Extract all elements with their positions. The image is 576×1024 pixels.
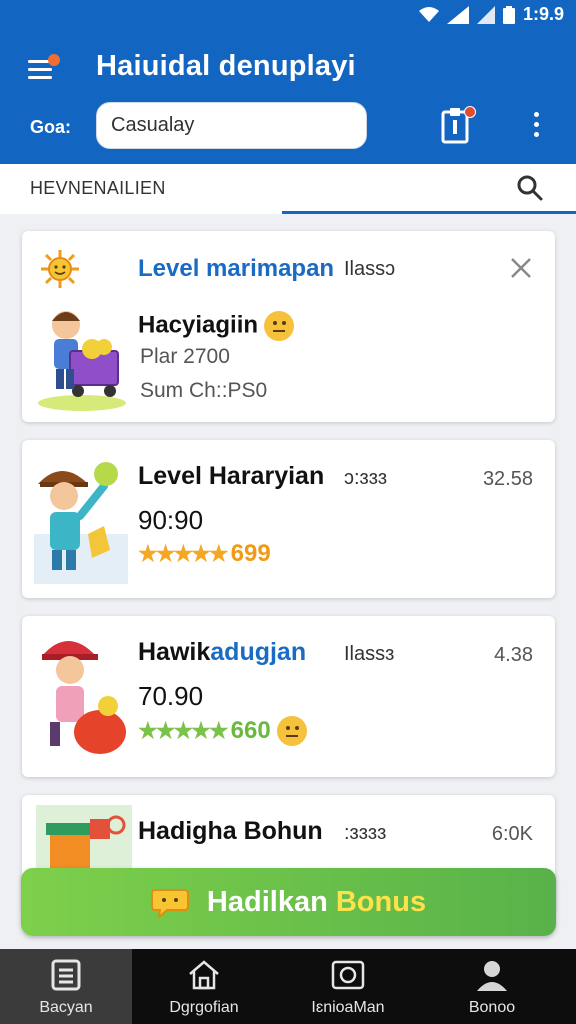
neutral-face-icon bbox=[264, 311, 295, 341]
status-time: 1:9.9 bbox=[522, 4, 564, 24]
profile-icon bbox=[477, 961, 507, 991]
card-detail-2: Sum Ch::PS0 bbox=[140, 379, 268, 402]
card-value: 90:90 bbox=[138, 505, 204, 535]
game-card[interactable]: Level Hararyian ɔ:ɜɜɜ 32.58 90:90 ★★★★★ … bbox=[22, 440, 555, 598]
bonus-button[interactable]: Hadilkan Bonus bbox=[21, 868, 556, 936]
more-icon-dot bbox=[533, 122, 539, 127]
card-meta: :ɜɜɜɜ bbox=[344, 822, 387, 844]
card-value: 70.90 bbox=[138, 681, 204, 711]
status-icons: 1:9.9 bbox=[418, 4, 564, 25]
clipboard-badge bbox=[464, 106, 476, 118]
notification-dot bbox=[48, 54, 60, 66]
list-icon bbox=[51, 959, 81, 991]
card-title: Level Hararyian bbox=[138, 462, 325, 490]
bottom-navigation: Bacyan Dgrgofian IɛnioaMan Bonoo bbox=[0, 949, 576, 1024]
search-button[interactable] bbox=[516, 174, 546, 204]
card-title-part-highlight: adugjan bbox=[210, 638, 307, 666]
card-title-part: Hawik bbox=[138, 638, 211, 666]
card-meta: ɔ:ɜɜɜ bbox=[344, 467, 388, 489]
bonus-label-highlight: Bonus bbox=[335, 885, 427, 918]
signal-icon bbox=[446, 5, 469, 24]
tab-indicator bbox=[282, 211, 576, 214]
card-meta: Ilassɔ bbox=[344, 258, 396, 280]
chat-bubble-icon bbox=[150, 889, 189, 918]
nav-label: Dgrgofian bbox=[169, 999, 239, 1016]
rating-value: 660 bbox=[230, 717, 271, 744]
game-card[interactable]: Hawikadugjan Ilassɜ 4.38 70.90 ★★★★★ 660 bbox=[22, 616, 555, 777]
card-title: Hawikadugjan bbox=[138, 638, 306, 667]
bonus-label: Hadilkan Bonus bbox=[207, 886, 426, 919]
game-card[interactable]: Level marimapan Ilassɔ Hacyiagiin Plar 2… bbox=[22, 231, 555, 422]
clipboard-button[interactable] bbox=[440, 106, 476, 146]
rating-value: 699 bbox=[230, 540, 271, 567]
shopping-cart-character-image bbox=[38, 311, 126, 411]
nav-item-bacyan[interactable]: Bacyan bbox=[0, 949, 132, 1024]
card-detail-1: Plar 2700 bbox=[140, 345, 230, 368]
nav-label: Bonoo bbox=[468, 999, 516, 1016]
sun-icon bbox=[41, 250, 79, 288]
more-icon-dot bbox=[533, 132, 539, 137]
player-name: Hacyiagiin bbox=[138, 311, 295, 341]
nav-item-camera[interactable]: IɛnioaMan bbox=[276, 949, 420, 1024]
status-bar: 1:9.9 bbox=[0, 0, 576, 28]
card-score: 4.38 bbox=[494, 644, 533, 666]
goal-label: Goa: bbox=[30, 117, 72, 137]
tab-label[interactable]: HEVNENAILIEN bbox=[30, 178, 166, 199]
battery-icon bbox=[502, 5, 515, 24]
signal-icon-2 bbox=[476, 5, 495, 24]
card-meta: Ilassɜ bbox=[344, 643, 395, 665]
menu-button[interactable] bbox=[24, 54, 64, 84]
thinking-face-icon bbox=[276, 716, 307, 746]
player-name-text: Hacyiagiin bbox=[138, 311, 259, 339]
close-icon[interactable] bbox=[506, 253, 536, 283]
home-icon bbox=[189, 960, 219, 990]
nav-item-home[interactable]: Dgrgofian bbox=[132, 949, 276, 1024]
cleaning-character-image bbox=[34, 462, 128, 584]
toy-building-image bbox=[36, 805, 132, 875]
star-rating: ★★★★★ 699 bbox=[138, 540, 271, 568]
more-options-button[interactable] bbox=[526, 112, 546, 142]
star-rating: ★★★★★ 660 bbox=[138, 716, 307, 746]
card-score: 32.58 bbox=[482, 468, 533, 490]
gift-bag-character-image bbox=[42, 641, 126, 754]
tab-row: HEVNENAILIEN bbox=[0, 164, 576, 214]
camera-icon bbox=[331, 960, 365, 990]
nav-item-profile[interactable]: Bonoo bbox=[420, 949, 564, 1024]
more-icon bbox=[533, 112, 539, 117]
wifi-icon bbox=[418, 6, 439, 22]
nav-label: IɛnioaMan bbox=[311, 999, 385, 1016]
bonus-label-part: Hadilkan bbox=[206, 885, 328, 918]
card-score: 6:0K bbox=[491, 823, 533, 845]
card-title: Hadigha Bohun bbox=[138, 817, 323, 845]
app-title: Haiuidal denuplayi bbox=[96, 50, 356, 82]
search-icon bbox=[517, 175, 543, 201]
app-bar: Haiuidal denuplayi Goa: bbox=[0, 28, 576, 164]
goal-input[interactable] bbox=[96, 102, 367, 149]
stars-icon: ★★★★★ bbox=[138, 541, 229, 566]
card-title: Level marimapan bbox=[138, 255, 335, 282]
stars-icon: ★★★★★ bbox=[138, 718, 229, 743]
menu-icon-line bbox=[28, 68, 52, 71]
nav-label: Bacyan bbox=[39, 999, 93, 1016]
menu-icon-line bbox=[28, 76, 52, 79]
